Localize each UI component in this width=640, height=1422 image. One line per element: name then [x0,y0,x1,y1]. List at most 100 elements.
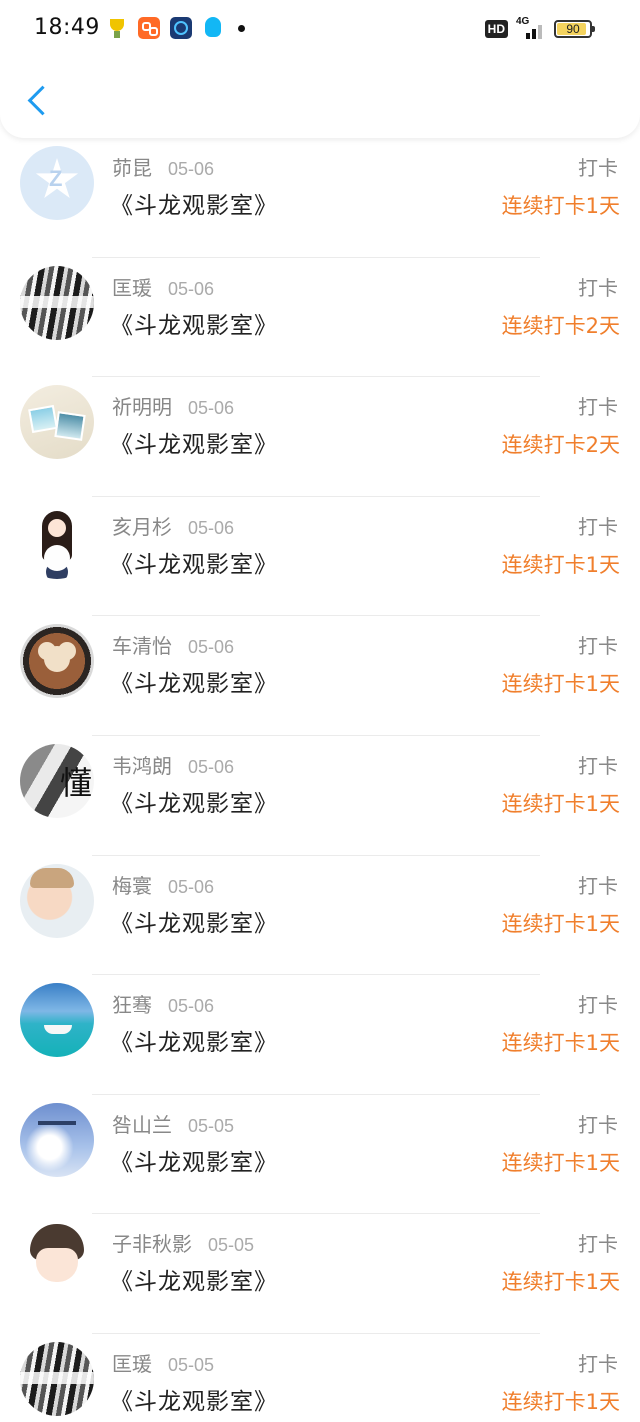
trophy-icon [106,17,128,39]
list-item[interactable]: 梅寰 05-06 《斗龙观影室》 打卡 连续打卡1天 [0,856,640,976]
streak-label: 连续打卡2天 [501,433,620,458]
group-title: 《斗龙观影室》 [110,432,278,459]
checkin-date: 05-06 [188,398,235,419]
member-name: 匡瑗 05-05 [112,1348,214,1377]
streak-label: 连续打卡1天 [501,1270,620,1295]
checkin-label: 打卡 [578,1112,618,1137]
avatar[interactable] [20,863,94,938]
signal-icon: 4G [516,16,546,39]
status-bar: 18:49 HD 4G 90 [0,0,640,56]
member-name: 韦鸿朗 05-06 [112,750,234,779]
list-item[interactable]: 匡瑗 05-05 《斗龙观影室》 打卡 连续打卡1天 [0,1334,640,1422]
member-name-text: 亥月杉 [112,514,172,539]
list-item[interactable]: 车清怡 05-06 《斗龙观影室》 打卡 连续打卡1天 [0,616,640,736]
member-name: 茆昆 05-06 [112,152,214,181]
member-name-text: 匡瑗 [112,1351,152,1376]
checkin-date: 05-06 [188,517,235,538]
member-name: 狂骞 05-06 [112,989,214,1018]
avatar[interactable] [20,624,94,699]
avatar[interactable] [20,1102,94,1177]
member-name: 祈明明 05-06 [112,391,234,420]
member-name: 亥月杉 05-06 [112,511,234,540]
avatar[interactable] [20,743,94,818]
checkin-label: 打卡 [578,395,618,420]
streak-label: 连续打卡1天 [501,1150,620,1175]
signal-bar [538,25,542,39]
group-title: 《斗龙观影室》 [110,790,278,817]
signal-bar [526,33,530,39]
group-title: 《斗龙观影室》 [110,312,278,339]
avatar[interactable] [20,504,94,579]
checkin-date: 05-06 [188,756,235,777]
checkin-list: 茆昆 05-06 《斗龙观影室》 打卡 连续打卡1天 匡瑗 05-06 《斗龙观影室… [0,138,640,1422]
group-title: 《斗龙观影室》 [110,1388,278,1415]
streak-label: 连续打卡2天 [501,313,620,338]
list-item[interactable]: 咎山兰 05-05 《斗龙观影室》 打卡 连续打卡1天 [0,1095,640,1215]
streak-label: 连续打卡1天 [501,791,620,816]
group-title: 《斗龙观影室》 [110,551,278,578]
streak-label: 连续打卡1天 [501,1031,620,1056]
signal-bar [532,29,536,39]
avatar[interactable] [20,265,94,340]
group-title: 《斗龙观影室》 [110,1149,278,1176]
list-item[interactable]: 亥月杉 05-06 《斗龙观影室》 打卡 连续打卡1天 [0,497,640,617]
member-name-text: 子非秋影 [112,1232,192,1257]
checkin-label: 打卡 [578,1351,618,1376]
list-item[interactable]: 狂骞 05-06 《斗龙观影室》 打卡 连续打卡1天 [0,975,640,1095]
avatar[interactable] [20,983,94,1058]
battery-icon: 90 [554,20,595,38]
chevron-left-icon[interactable] [18,82,54,126]
list-item[interactable]: 祈明明 05-06 《斗龙观影室》 打卡 连续打卡2天 [0,377,640,497]
member-name: 梅寰 05-06 [112,870,214,899]
streak-label: 连续打卡1天 [501,1389,620,1414]
checkin-label: 打卡 [578,275,618,300]
qq-icon [202,17,224,39]
member-name-text: 咎山兰 [112,1112,172,1137]
hd-icon: HD [484,20,508,38]
member-name: 匡瑗 05-06 [112,272,214,301]
checkin-date: 05-06 [168,278,215,299]
checkin-date: 05-06 [168,996,215,1017]
member-name-text: 狂骞 [112,993,152,1018]
member-name: 车清怡 05-06 [112,630,234,659]
member-name: 子非秋影 05-05 [112,1228,254,1257]
streak-label: 连续打卡1天 [501,552,620,577]
list-item[interactable]: 匡瑗 05-06 《斗龙观影室》 打卡 连续打卡2天 [0,258,640,378]
list-item[interactable]: 韦鸿朗 05-06 《斗龙观影室》 打卡 连续打卡1天 [0,736,640,856]
checkin-label: 打卡 [578,993,618,1018]
avatar[interactable] [20,385,94,460]
notification-icons [106,16,245,40]
top-header: 18:49 HD 4G 90 [0,0,640,138]
member-name: 咎山兰 05-05 [112,1109,234,1138]
checkin-date: 05-05 [208,1235,255,1256]
checkin-label: 打卡 [578,156,618,180]
list-item[interactable]: 子非秋影 05-05 《斗龙观影室》 打卡 连续打卡1天 [0,1214,640,1334]
avatar[interactable] [20,1341,94,1416]
member-name-text: 茆昆 [112,156,152,180]
avatar[interactable] [20,146,94,220]
checkin-label: 打卡 [578,634,618,659]
member-name-text: 韦鸿朗 [112,753,172,778]
member-name-text: 车清怡 [112,634,172,659]
dot-icon [238,24,245,32]
status-time: 18:49 [34,15,100,40]
checkin-label: 打卡 [578,514,618,539]
list-item[interactable]: 茆昆 05-06 《斗龙观影室》 打卡 连续打卡1天 [0,138,640,258]
member-name-text: 匡瑗 [112,275,152,300]
streak-label: 连续打卡1天 [501,194,620,218]
member-name-text: 祈明明 [112,395,172,420]
checkin-date: 05-06 [188,637,235,658]
checkin-date: 05-05 [188,1115,235,1136]
streak-label: 连续打卡1天 [501,672,620,697]
network-type: 4G [516,16,530,27]
system-icons: HD 4G 90 [484,16,595,40]
group-title: 《斗龙观影室》 [110,193,278,219]
member-name-text: 梅寰 [112,873,152,898]
checkin-label: 打卡 [578,873,618,898]
orange-app-icon [138,17,160,39]
blue-app-icon [170,17,192,39]
group-title: 《斗龙观影室》 [110,910,278,937]
avatar[interactable] [20,1222,94,1297]
checkin-date: 05-06 [168,159,215,179]
checkin-label: 打卡 [578,753,618,778]
